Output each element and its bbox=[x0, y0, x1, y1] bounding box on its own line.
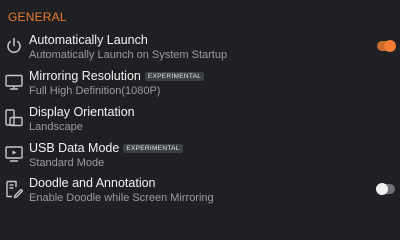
experimental-badge: EXPERIMENTAL bbox=[144, 71, 205, 81]
setting-subtitle: Landscape bbox=[29, 121, 83, 133]
auto-launch-toggle[interactable] bbox=[377, 40, 396, 52]
doodle-pen-icon bbox=[4, 179, 24, 199]
setting-title-line: USB Data Mode EXPERIMENTAL bbox=[29, 140, 183, 156]
setting-subtitle: Automatically Launch on System Startup bbox=[29, 49, 228, 61]
section-title: GENERAL bbox=[8, 10, 67, 24]
setting-title: Mirroring Resolution bbox=[29, 69, 141, 83]
experimental-badge: EXPERIMENTAL bbox=[123, 143, 183, 153]
setting-title: USB Data Mode bbox=[29, 141, 120, 155]
doodle-annotation-toggle[interactable] bbox=[376, 183, 395, 195]
setting-subtitle: Enable Doodle while Screen Mirroring bbox=[29, 192, 214, 204]
setting-title-line: Mirroring Resolution EXPERIMENTAL bbox=[29, 68, 205, 84]
setting-display-orientation[interactable]: Display Orientation Landscape bbox=[0, 104, 400, 140]
setting-title-line: Automatically Launch bbox=[29, 32, 148, 48]
setting-subtitle: Full High Definition(1080P) bbox=[29, 85, 161, 97]
monitor-icon bbox=[4, 72, 24, 92]
setting-usb-data-mode[interactable]: USB Data Mode EXPERIMENTAL Standard Mode bbox=[0, 140, 400, 176]
setting-doodle-annotation[interactable]: Doodle and Annotation Enable Doodle whil… bbox=[0, 175, 400, 211]
setting-mirroring-resolution[interactable]: Mirroring Resolution EXPERIMENTAL Full H… bbox=[0, 68, 400, 104]
setting-title-line: Display Orientation bbox=[29, 104, 135, 120]
settings-panel: GENERAL Automatically Launch Automatical… bbox=[0, 0, 400, 210]
toggle-knob bbox=[384, 40, 396, 52]
setting-title: Display Orientation bbox=[29, 105, 135, 119]
setting-subtitle: Standard Mode bbox=[29, 157, 105, 169]
setting-title-line: Doodle and Annotation bbox=[29, 175, 156, 191]
setting-automatically-launch[interactable]: Automatically Launch Automatically Launc… bbox=[0, 32, 400, 68]
rotate-screen-icon bbox=[4, 108, 24, 128]
setting-title: Automatically Launch bbox=[29, 33, 148, 47]
toggle-knob bbox=[376, 183, 388, 195]
setting-title: Doodle and Annotation bbox=[29, 176, 156, 190]
usb-screen-icon bbox=[4, 144, 24, 164]
power-icon bbox=[4, 36, 24, 56]
